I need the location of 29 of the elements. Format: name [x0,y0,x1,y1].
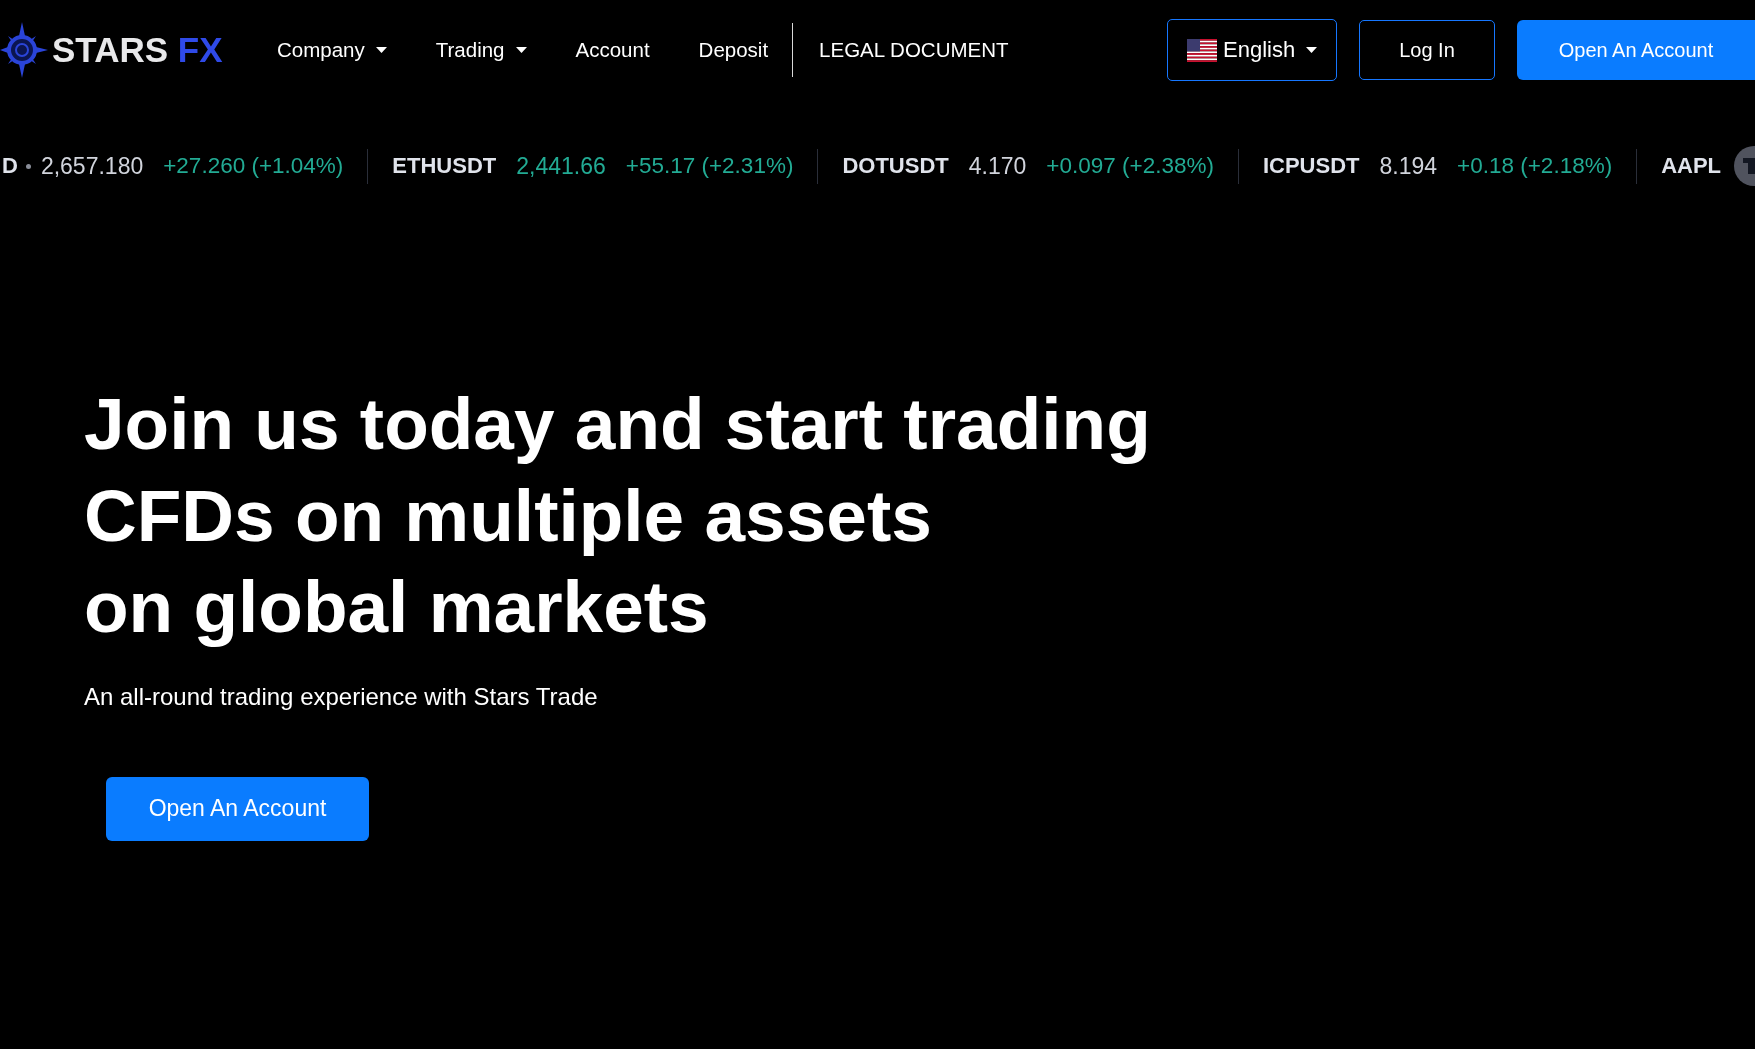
open-account-button[interactable]: Open An Account [1517,20,1755,80]
nav-link[interactable]: Trading [435,38,527,62]
nav-link[interactable]: Deposit [698,38,769,62]
caret-icon [1306,47,1317,53]
ticker-symbol[interactable]: AAPL [1661,153,1722,179]
ticker-price: 2,657.180 [40,152,144,180]
flag-icon [1187,38,1217,62]
ticker-price: 2,441.66 [516,152,606,180]
headline: Join us today and start trading CFDs on multiple assets on global markets [84,382,1151,649]
ticker-symbol[interactable]: ICPUSDT [1262,153,1360,179]
ticker-change: +0.18 (+2.18%) [1457,153,1613,179]
subtitle: An all-round trading experience with Stars Trade [84,681,598,712]
language-selector[interactable]: English [1167,19,1337,81]
ticker-symbol[interactable]: ETHUSDT [392,153,497,179]
round-badge-icon [1733,146,1755,186]
login-button[interactable]: Log In [1359,20,1495,80]
nav-link[interactable]: LEGAL DOCUMENT [819,38,1009,62]
ticker-price: 4.170 [968,152,1027,180]
ticker-change: +0.097 (+2.38%) [1046,153,1214,179]
logo-text: STARS FX [52,30,223,70]
ticker-change: +27.260 (+1.04%) [163,153,344,179]
compass-logo-icon [0,22,48,78]
nav-link[interactable]: Company [277,38,387,62]
ticker-change: +55.17 (+2.31%) [625,153,794,179]
ticker-symbol[interactable]: D [2,153,18,179]
ticker-price: 8.194 [1379,152,1438,180]
open-account-button[interactable]: Open An Account [106,776,369,841]
nav-link[interactable]: Account [575,38,650,62]
ticker-symbol[interactable]: DOTUSDT [842,153,949,179]
